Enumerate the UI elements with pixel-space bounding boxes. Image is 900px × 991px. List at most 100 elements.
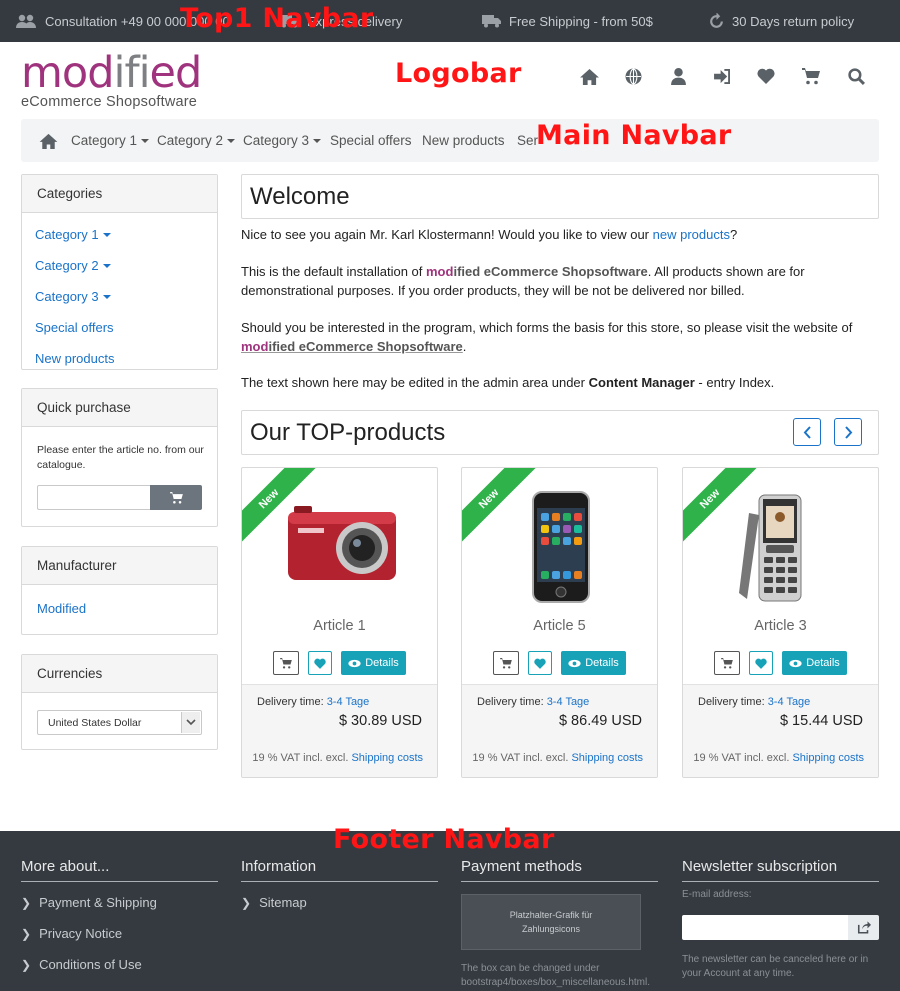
delivery-label: Delivery time: [257,696,327,708]
caret-down-icon [102,294,111,299]
sidebar-category-3[interactable]: Category 3 [35,281,217,312]
product-card-1[interactable]: New Article 1 Details Delivery time: 3-4… [241,467,438,778]
add-to-wishlist-button[interactable] [308,651,332,675]
home-icon[interactable] [578,64,600,88]
nav-category-3-label: Category 3 [243,133,310,148]
heart-icon [534,658,546,669]
footer-link-sitemap[interactable]: ❯ Sitemap [241,895,307,910]
add-to-wishlist-button[interactable] [749,651,773,675]
footer-col1-title: More about... [21,858,218,882]
carousel-prev-button[interactable] [793,418,821,446]
sidebar-category-1[interactable]: Category 1 [35,219,217,250]
return-icon [710,12,723,28]
globe-icon[interactable] [622,64,644,88]
footer-link-privacy[interactable]: ❯ Privacy Notice [21,926,122,941]
topbar-free-shipping-text: Free Shipping - from 50$ [509,13,653,29]
nav-category-3[interactable]: Category 3 [243,119,322,162]
chevron-right-icon: ❯ [21,957,32,972]
product-name[interactable]: Article 1 [242,618,437,634]
product-price: $ 30.89 USD [338,713,422,729]
product-footer: Delivery time: 3-4 Tage $ 30.89 USD 19 %… [242,684,437,777]
cart-icon [500,657,512,669]
quick-purchase-button[interactable] [150,485,202,510]
nav-home[interactable] [39,119,58,162]
currency-select[interactable]: United States Dollar [37,710,202,735]
manufacturer-title: Manufacturer [22,547,217,585]
add-to-cart-button[interactable] [714,651,740,675]
product-card-3[interactable]: New Article 3 Details Delivery time: 3-4… [682,467,879,778]
delivery-label: Delivery time: [477,696,547,708]
details-button[interactable]: Details [561,651,626,675]
details-label: Details [585,657,619,669]
details-button[interactable]: Details [782,651,847,675]
p2-brand-mod: mod [426,264,454,279]
welcome-paragraph-2: This is the default installation of modi… [241,262,881,300]
newsletter-submit-button[interactable] [848,915,879,940]
sidebar-category-1-label: Category 1 [35,227,99,242]
quick-purchase-box: Quick purchase Please enter the article … [21,388,218,527]
chevron-down-icon [181,712,200,733]
sidebar-new-products[interactable]: New products [35,343,217,374]
p1-text: Nice to see you again Mr. Karl Klosterma… [241,227,653,242]
add-to-wishlist-button[interactable] [528,651,552,675]
topbar-returns[interactable]: 30 Days return policy [708,0,854,42]
product-name[interactable]: Article 5 [462,618,657,634]
nav-category-1[interactable]: Category 1 [71,119,150,162]
welcome-paragraph-1: Nice to see you again Mr. Karl Klosterma… [241,225,881,244]
p4-bold: Content Manager [588,375,695,390]
article-number-input[interactable] [37,485,150,510]
vat-info: 19 % VAT incl. excl. Shipping costs [472,752,643,764]
delivery-value[interactable]: 3-4 Tage [547,696,590,708]
details-label: Details [806,657,840,669]
p3-brand-mod: mod [241,339,269,354]
welcome-paragraph-3: Should you be interested in the program,… [241,318,881,356]
users-icon [16,14,36,28]
user-icon[interactable] [667,64,689,88]
cart-icon[interactable] [800,64,822,88]
shipping-costs-link[interactable]: Shipping costs [792,752,864,764]
vat-label: 19 % VAT incl. excl. [252,752,352,764]
nav-new-products[interactable]: New products [422,119,505,162]
cart-icon [280,657,292,669]
caret-down-icon [313,138,322,143]
chevron-right-icon: ❯ [21,926,32,941]
p4-end: - entry Index. [694,375,775,390]
shopsoftware-link[interactable]: modified eCommerce Shopsoftware [241,339,463,354]
caret-down-icon [227,138,236,143]
details-button[interactable]: Details [341,651,406,675]
footer-link-payment-shipping[interactable]: ❯ Payment & Shipping [21,895,157,910]
footer-link-label: Payment & Shipping [39,895,157,910]
newsletter-email-input[interactable] [682,915,848,940]
topbar-returns-text: 30 Days return policy [732,13,855,29]
sidebar-category-2[interactable]: Category 2 [35,250,217,281]
nav-services[interactable]: Ser [517,119,538,162]
sidebar-special-offers[interactable]: Special offers [35,312,217,343]
vat-label: 19 % VAT incl. excl. [472,752,572,764]
truck-icon [482,15,501,28]
shipping-costs-link[interactable]: Shipping costs [351,752,423,764]
carousel-next-button[interactable] [834,418,862,446]
add-to-cart-button[interactable] [493,651,519,675]
footer-link-label: Privacy Notice [39,926,123,941]
new-products-link[interactable]: new products [653,227,730,242]
search-icon[interactable] [845,64,867,88]
topbar-free-shipping[interactable]: Free Shipping - from 50$ [482,0,653,42]
heart-icon[interactable] [755,64,777,88]
delivery-value[interactable]: 3-4 Tage [327,696,370,708]
login-icon[interactable] [711,64,733,88]
chevron-right-icon: ❯ [241,895,252,910]
top-products-title: Our TOP-products [250,418,446,446]
welcome-title: Welcome [241,174,879,219]
nav-special-offers[interactable]: Special offers [330,119,412,162]
delivery-value[interactable]: 3-4 Tage [768,696,811,708]
nav-category-2[interactable]: Category 2 [157,119,236,162]
shipping-costs-link[interactable]: Shipping costs [571,752,643,764]
add-to-cart-button[interactable] [273,651,299,675]
chevron-left-icon [803,425,811,439]
payment-icons-placeholder: Platzhalter-Grafik für Zahlungsicons [461,894,641,950]
footer-link-conditions[interactable]: ❯ Conditions of Use [21,957,142,972]
delivery-time: Delivery time: 3-4 Tage [477,696,589,708]
product-name[interactable]: Article 3 [683,618,878,634]
product-card-2[interactable]: New Article 5 Details Delivery time: 3-4… [461,467,658,778]
manufacturer-link[interactable]: Modified [37,601,86,616]
